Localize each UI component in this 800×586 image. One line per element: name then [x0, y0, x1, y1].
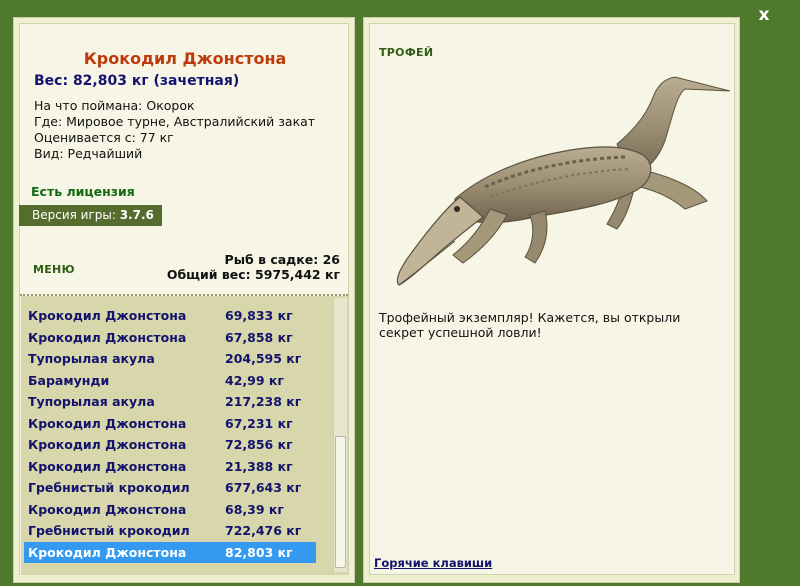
scrollbar[interactable] [333, 298, 347, 572]
catch-fish-weight: 217,238 кг [225, 394, 302, 409]
catch-fish-weight: 72,856 кг [225, 437, 293, 452]
catch-list-row[interactable]: Тупорылая акула 217,238 кг [24, 391, 316, 412]
fish-count: Рыб в садке: 26 [224, 252, 340, 267]
location-info: Где: Мировое турне, Австралийский закат [34, 114, 316, 129]
fish-title: Крокодил Джонстона [83, 49, 287, 68]
catch-list-row[interactable]: Гребнистый крокодил 677,643 кг [24, 477, 316, 498]
catch-fish-name: Крокодил Джонстона [28, 329, 187, 345]
catch-list-row[interactable]: Крокодил Джонстона 21,388 кг [24, 456, 316, 477]
version-bar: Версия игры: 3.7.6 [19, 205, 162, 226]
total-weight: Общий вес: 5975,442 кг [166, 267, 340, 282]
close-icon[interactable]: x [753, 4, 775, 26]
bait-info: На что поймана: Окорок [34, 98, 195, 113]
trophy-inner: ТРОФЕЙ Трофейный экземпляр! Кажется, вы … [369, 23, 735, 575]
catch-fish-name: Барамунди [28, 372, 110, 388]
catch-fish-weight: 69,833 кг [225, 308, 293, 323]
hotkeys-link[interactable]: Горячие клавиши [374, 556, 492, 570]
catch-fish-name: Крокодил Джонстона [28, 308, 187, 323]
fish-weight: Вес: 82,803 кг (зачетная) [34, 73, 240, 89]
trophy-message: Трофейный экземпляр! Кажется, вы открыли… [379, 310, 681, 340]
catch-list-row[interactable]: Тупорылая акула 204,595 кг [24, 348, 316, 369]
license-status: Есть лицензия [31, 184, 135, 199]
scrollbar-thumb[interactable] [335, 436, 346, 568]
catch-fish-weight: 42,99 кг [225, 372, 284, 388]
keepnet-stats: Рыб в садке: 26 Общий вес: 5975,442 кг [167, 252, 340, 282]
catch-fish-name: Гребнистый крокодил [28, 480, 190, 495]
menu-button[interactable]: МЕНЮ [33, 263, 75, 276]
catch-list: Крокодил Джонстона 69,833 кг Крокодил Джон… [21, 296, 348, 574]
version-number: 3.7.6 [119, 208, 154, 222]
catch-fish-name: Тупорылая акула [28, 351, 155, 366]
catch-list-row[interactable]: Крокодил Джонстона 69,833 кг [24, 305, 316, 326]
catch-list-row[interactable]: Барамунди 42,99 кг [24, 370, 316, 391]
catch-list-row[interactable]: Крокодил Джонстона 68,39 кг [24, 499, 316, 520]
catch-fish-name: Крокодил Джонстона [28, 437, 187, 452]
catch-list-row[interactable]: Крокодил Джонстона 82,803 кг [24, 541, 316, 563]
catch-fish-weight: 21,388 кг [225, 458, 293, 474]
catch-fish-name: Тупорылая акула [28, 394, 155, 409]
crocodile-image [396, 76, 730, 286]
catch-fish-weight: 722,476 кг [225, 523, 302, 538]
catch-fish-weight: 67,858 кг [225, 329, 293, 345]
catch-fish-name: Крокодил Джонстона [28, 544, 187, 560]
valued-from-info: Оценивается с: 77 кг [34, 130, 174, 145]
trophy-panel: ТРОФЕЙ Трофейный экземпляр! Кажется, вы … [363, 17, 740, 583]
catch-fish-weight: 67,231 кг [225, 415, 293, 431]
catch-list-row[interactable]: Крокодил Джонстона 67,231 кг [24, 413, 316, 434]
fish-info-inner: Крокодил Джонстона Вес: 82,803 кг (зачет… [19, 23, 349, 575]
catch-fish-name: Гребнистый крокодил [28, 523, 190, 538]
catch-list-row[interactable]: Гребнистый крокодил 722,476 кг [24, 520, 316, 541]
catch-fish-name: Крокодил Джонстона [28, 415, 187, 431]
catch-fish-weight: 204,595 кг [225, 351, 302, 366]
fish-info-panel: Крокодил Джонстона Вес: 82,803 кг (зачет… [13, 17, 355, 583]
catch-fish-weight: 68,39 кг [225, 501, 284, 517]
trophy-label: ТРОФЕЙ [379, 46, 434, 59]
species-rarity-info: Вид: Редчайший [34, 146, 143, 161]
version-label: Версия игры: [32, 208, 116, 222]
catch-fish-weight: 82,803 кг [225, 544, 293, 560]
catch-fish-name: Крокодил Джонстона [28, 501, 187, 517]
catch-fish-name: Крокодил Джонстона [28, 458, 187, 474]
catch-list-row[interactable]: Крокодил Джонстона 72,856 кг [24, 434, 316, 455]
catch-list-row[interactable]: Крокодил Джонстона 67,858 кг [24, 327, 316, 348]
catch-fish-weight: 677,643 кг [225, 480, 302, 495]
